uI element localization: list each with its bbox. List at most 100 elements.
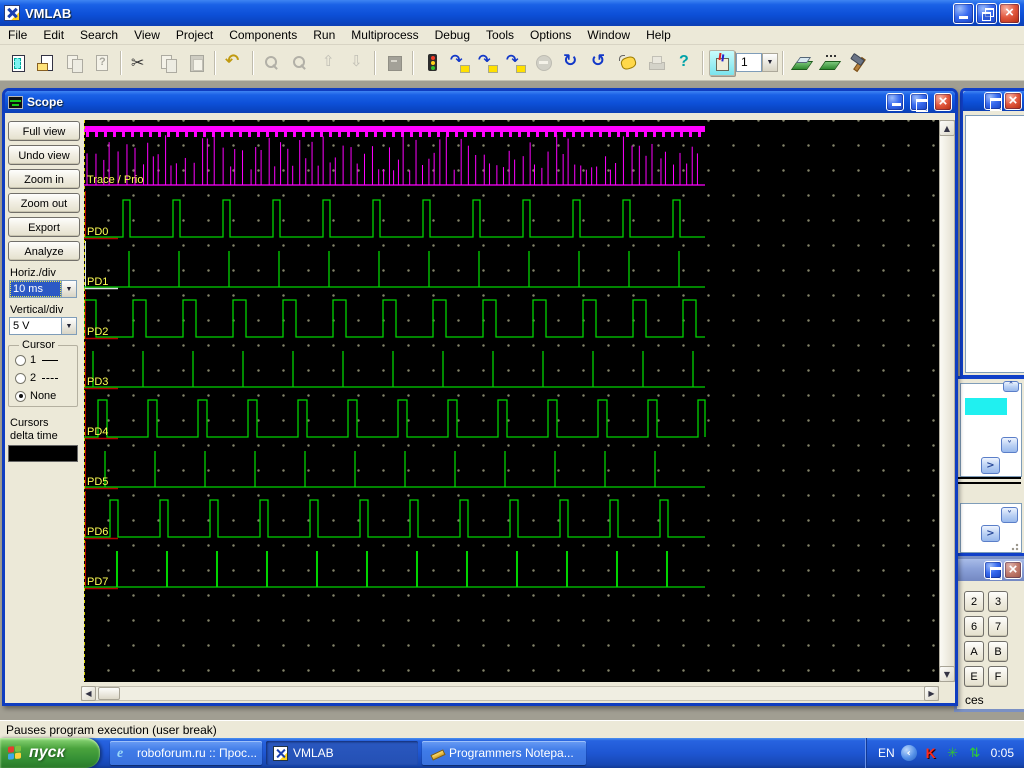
keypad-key-A[interactable]: A <box>964 641 984 662</box>
menu-project[interactable]: Project <box>168 26 221 45</box>
keypad-key-2[interactable]: 2 <box>964 591 984 612</box>
undo-button[interactable] <box>221 50 247 76</box>
resize-grip[interactable] <box>1011 541 1021 551</box>
restart-button[interactable] <box>587 50 613 76</box>
reset-button[interactable] <box>559 50 585 76</box>
scroll-right-arrow-icon[interactable]: ▶ <box>924 686 939 701</box>
multi-step-button[interactable] <box>503 50 529 76</box>
taskbar-clock[interactable]: 0:05 <box>991 746 1014 760</box>
mouse-properties-button[interactable] <box>615 50 641 76</box>
start-button[interactable]: пуск <box>0 738 100 768</box>
jump-up-button[interactable] <box>315 50 341 76</box>
find-next-button[interactable] <box>259 50 285 76</box>
scroll-left-arrow-icon[interactable]: ◀ <box>81 686 96 701</box>
horizontal-scrollbar[interactable]: ◀ ▶ <box>81 686 939 701</box>
help-button[interactable] <box>671 50 697 76</box>
editor-blank-area[interactable] <box>965 115 1024 373</box>
project-tools-button[interactable] <box>845 50 871 76</box>
cursor-option-none[interactable]: None <box>15 390 77 402</box>
undo-view-button[interactable]: Undo view <box>8 145 80 165</box>
menu-run[interactable]: Run <box>305 26 343 45</box>
scroll-up-arrow-icon[interactable]: ▲ <box>939 120 955 136</box>
cut-button[interactable] <box>127 50 153 76</box>
new-module-button[interactable] <box>5 50 31 76</box>
restore-button[interactable] <box>976 3 997 24</box>
analyze-button[interactable]: Analyze <box>8 241 80 261</box>
menu-file[interactable]: File <box>0 26 35 45</box>
full-view-button[interactable]: Full view <box>8 121 80 141</box>
close-icon[interactable] <box>1004 561 1022 579</box>
horiz-div-combo[interactable]: 10 ms ▼ <box>9 280 77 298</box>
page-select-field[interactable]: 1 <box>736 53 762 72</box>
updown-arrows-icon[interactable]: ⇅ <box>967 745 983 761</box>
copy-page-button[interactable] <box>61 50 87 76</box>
close-button[interactable] <box>999 3 1020 24</box>
task-button-vmlab[interactable]: VMLAB <box>266 741 418 765</box>
collapse-chevron-icon[interactable]: ‹ <box>901 745 917 761</box>
print-button[interactable] <box>643 50 669 76</box>
radio-icon[interactable] <box>15 355 26 366</box>
keypad-key-7[interactable]: 7 <box>988 616 1008 637</box>
expand-button-2[interactable]: > <box>981 525 1000 542</box>
radio-icon[interactable] <box>15 373 26 384</box>
splitter[interactable] <box>957 477 1021 484</box>
zoom-out-button[interactable]: Zoom out <box>8 193 80 213</box>
scope-plot-area[interactable]: Trace / PrioPD0PD1PD2PD3PD4PD5PD6PD7 <box>84 120 939 682</box>
cursor-option-1[interactable]: 1 <box>15 354 77 366</box>
menu-search[interactable]: Search <box>72 26 126 45</box>
keypad-key-F[interactable]: F <box>988 666 1008 687</box>
paste-button[interactable] <box>183 50 209 76</box>
menu-components[interactable]: Components <box>221 26 305 45</box>
chevron-down-icon[interactable]: ▼ <box>61 281 76 297</box>
close-icon[interactable] <box>1004 92 1022 110</box>
scope-close-button[interactable] <box>934 93 952 111</box>
menu-edit[interactable]: Edit <box>35 26 72 45</box>
keypad-key-3[interactable]: 3 <box>988 591 1008 612</box>
step-into-button[interactable] <box>447 50 473 76</box>
go-continue-button[interactable] <box>419 50 445 76</box>
export-button[interactable]: Export <box>8 217 80 237</box>
minimize-button[interactable] <box>953 3 974 24</box>
keypad-key-B[interactable]: B <box>988 641 1008 662</box>
menu-window[interactable]: Window <box>579 26 638 45</box>
zoom-in-button[interactable]: Zoom in <box>8 169 80 189</box>
menu-view[interactable]: View <box>126 26 168 45</box>
stop-button[interactable] <box>531 50 557 76</box>
cursor-option-2[interactable]: 2 <box>15 372 77 384</box>
maximize-button[interactable] <box>984 92 1002 110</box>
kaspersky-icon[interactable]: K <box>923 745 939 761</box>
keypad-key-E[interactable]: E <box>964 666 984 687</box>
copy-button[interactable] <box>155 50 181 76</box>
scroll-down-arrow-icon[interactable]: ▼ <box>939 666 955 682</box>
find-in-files-button[interactable] <box>287 50 313 76</box>
scope-minimize-button[interactable] <box>886 93 904 111</box>
menu-multiprocess[interactable]: Multiprocess <box>343 26 426 45</box>
menu-help[interactable]: Help <box>638 26 679 45</box>
scroll-down-button[interactable]: ˅ <box>1001 437 1018 453</box>
board-config-button[interactable] <box>817 50 843 76</box>
radio-icon[interactable] <box>15 391 26 402</box>
maximize-button[interactable] <box>984 561 1002 579</box>
scope-titlebar[interactable]: Scope <box>5 91 955 113</box>
selected-row[interactable] <box>965 398 1007 415</box>
task-button-internet-explorer[interactable]: eroboforum.ru :: Прос... <box>110 741 262 765</box>
task-button-programmers-notepad[interactable]: Programmers Notepa... <box>422 741 586 765</box>
jump-down-button[interactable] <box>343 50 369 76</box>
menu-debug[interactable]: Debug <box>427 26 478 45</box>
menu-tools[interactable]: Tools <box>478 26 522 45</box>
expand-button[interactable]: > <box>981 457 1000 474</box>
step-over-button[interactable] <box>475 50 501 76</box>
language-indicator[interactable]: EN <box>878 746 895 760</box>
vert-div-combo[interactable]: 5 V ▼ <box>9 317 77 335</box>
vertical-scrollbar[interactable]: ▲ ▼ <box>939 120 955 682</box>
board-view-button[interactable] <box>789 50 815 76</box>
scroll-down-button-2[interactable]: ˅ <box>1001 507 1018 523</box>
network-agent-icon[interactable]: ✳ <box>945 745 961 761</box>
chevron-down-icon[interactable]: ▼ <box>61 318 76 334</box>
page-properties-button[interactable] <box>89 50 115 76</box>
view-select-button[interactable] <box>709 50 735 76</box>
scrollbar-thumb[interactable] <box>98 687 120 700</box>
scroll-up-button[interactable]: ˄ <box>1003 381 1019 392</box>
bookmark-button[interactable] <box>381 50 407 76</box>
scope-maximize-button[interactable] <box>910 93 928 111</box>
